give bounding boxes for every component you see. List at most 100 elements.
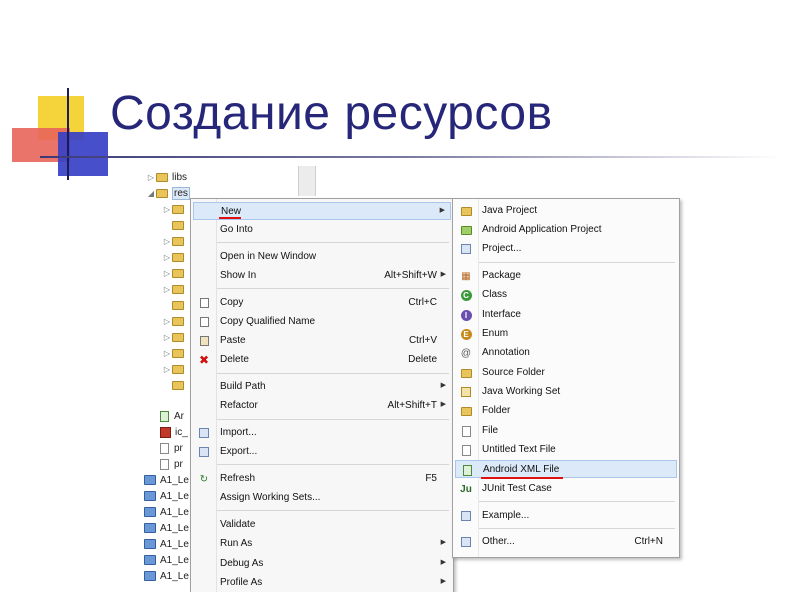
tree-item-file[interactable]: pr xyxy=(160,456,183,472)
deco-vertical-line xyxy=(67,88,69,180)
tree-item-project[interactable]: A1_Le xyxy=(144,552,189,568)
tree-item[interactable]: ▷ xyxy=(162,281,188,297)
menu-item-untitled-text-file[interactable]: Untitled Text File xyxy=(455,441,677,459)
expand-arrow-icon[interactable]: ▷ xyxy=(162,333,172,342)
collapse-arrow-icon[interactable]: ◢ xyxy=(146,189,156,198)
delete-icon: ✖ xyxy=(198,353,210,367)
tree-item-file[interactable]: Ar xyxy=(160,408,184,424)
menu-item-junit-test-case[interactable]: Ju JUnit Test Case xyxy=(455,480,677,498)
menu-item-android-xml-file[interactable]: Android XML File xyxy=(455,460,677,478)
menu-item-class[interactable]: C Class xyxy=(455,286,677,304)
tree-item[interactable]: ▷ xyxy=(162,233,188,249)
folder-icon xyxy=(156,172,168,182)
expand-arrow-icon[interactable]: ▷ xyxy=(162,317,172,326)
junit-icon: Ju xyxy=(460,483,472,495)
menu-item-annotation[interactable]: @ Annotation xyxy=(455,344,677,362)
menu-item-refresh[interactable]: ↻ Refresh F5 xyxy=(193,470,451,488)
menu-item-android-application-project[interactable]: Android Application Project xyxy=(455,221,677,239)
menu-item-profile-as[interactable]: Profile As ▶ xyxy=(193,574,451,592)
menu-item-package[interactable]: ▦ Package xyxy=(455,267,677,285)
folder-icon xyxy=(172,268,184,278)
tree-item[interactable]: ▷ xyxy=(162,313,188,329)
menu-item-import[interactable]: Import... xyxy=(193,424,451,442)
menu-item-assign-working-sets[interactable]: Assign Working Sets... xyxy=(193,489,451,507)
tree-item[interactable]: ▷ xyxy=(162,345,188,361)
tree-item[interactable]: ▷ xyxy=(162,361,188,377)
tree-item[interactable]: ▷ xyxy=(162,201,188,217)
menu-item-label: Go Into xyxy=(220,224,253,235)
import-icon xyxy=(198,427,210,439)
project-wizard-icon xyxy=(460,243,472,255)
deco-blue-square xyxy=(58,132,108,176)
expand-arrow-icon[interactable]: ▷ xyxy=(162,269,172,278)
menu-item-shortcut: Ctrl+N xyxy=(634,536,663,547)
tree-item-project[interactable]: A1_Le xyxy=(144,488,189,504)
menu-item-other[interactable]: Other... Ctrl+N xyxy=(455,533,677,551)
tree-item[interactable]: ▷ xyxy=(162,329,188,345)
expand-arrow-icon[interactable]: ▷ xyxy=(162,349,172,358)
copy-icon xyxy=(198,297,210,309)
menu-item-export[interactable]: Export... xyxy=(193,443,451,461)
tree-item-file[interactable]: pr xyxy=(160,440,183,456)
tree-item-project[interactable]: A1_Le xyxy=(144,472,189,488)
tree-item-libs[interactable]: ▷ libs xyxy=(146,169,187,185)
folder-icon xyxy=(172,284,184,294)
menu-item-open-in-new-window[interactable]: Open in New Window xyxy=(193,248,451,266)
menu-item-interface[interactable]: I Interface xyxy=(455,306,677,324)
menu-item-copy[interactable]: Copy Ctrl+C xyxy=(193,294,451,312)
expand-arrow-icon[interactable]: ▷ xyxy=(162,205,172,214)
expand-arrow-icon[interactable]: ▷ xyxy=(162,237,172,246)
context-menu: New ▶ Go Into Open in New Window Show In… xyxy=(190,198,454,592)
tree-item-label: A1_Le xyxy=(160,522,189,534)
menu-item-file[interactable]: File xyxy=(455,422,677,440)
menu-item-shortcut: Alt+Shift+T xyxy=(387,400,437,411)
scrollbar[interactable] xyxy=(298,166,316,196)
menu-item-run-as[interactable]: Run As ▶ xyxy=(193,535,451,553)
slide-title: Создание ресурсов xyxy=(110,87,553,140)
menu-item-label: Folder xyxy=(482,405,511,416)
menu-item-go-into[interactable]: Go Into xyxy=(193,221,451,239)
menu-item-project[interactable]: Project... xyxy=(455,240,677,258)
menu-item-copy-qualified-name[interactable]: Copy Qualified Name xyxy=(193,313,451,331)
menu-item-java-project[interactable]: Java Project xyxy=(455,202,677,220)
expand-arrow-icon[interactable]: ▷ xyxy=(162,253,172,262)
menu-item-debug-as[interactable]: Debug As ▶ xyxy=(193,555,451,573)
tree-item-project[interactable]: A1_Le xyxy=(144,520,189,536)
menu-item-refactor[interactable]: Refactor Alt+Shift+T ▶ xyxy=(193,397,451,415)
menu-item-java-working-set[interactable]: Java Working Set xyxy=(455,383,677,401)
tree-item-file[interactable]: ic_ xyxy=(160,424,188,440)
tree-item[interactable] xyxy=(162,297,188,313)
expand-arrow-icon[interactable]: ▷ xyxy=(162,365,172,374)
file-icon xyxy=(160,442,169,454)
menu-item-shortcut: Ctrl+V xyxy=(408,335,437,346)
tree-item[interactable] xyxy=(162,217,188,233)
tree-item[interactable]: ▷ xyxy=(162,265,188,281)
menu-item-folder[interactable]: Folder xyxy=(455,402,677,420)
tree-item-project[interactable]: A1_Le xyxy=(144,536,189,552)
export-icon xyxy=(198,446,210,458)
menu-item-delete[interactable]: ✖ Delete Delete xyxy=(193,351,451,369)
menu-item-label: Import... xyxy=(220,427,257,438)
folder-icon xyxy=(156,188,168,198)
file-icon xyxy=(460,425,472,437)
menu-item-label: Other... xyxy=(482,536,515,547)
tree-item[interactable] xyxy=(162,377,188,393)
expand-arrow-icon[interactable]: ▷ xyxy=(146,173,156,182)
menu-item-label: Build Path xyxy=(220,381,266,392)
tree-item-res[interactable]: ◢ res xyxy=(146,185,190,201)
menu-item-source-folder[interactable]: Source Folder xyxy=(455,364,677,382)
folder-icon xyxy=(172,252,184,262)
menu-item-validate[interactable]: Validate xyxy=(193,516,451,534)
menu-item-label: Paste xyxy=(220,335,246,346)
menu-item-show-in[interactable]: Show In Alt+Shift+W ▶ xyxy=(193,267,451,285)
tree-item[interactable]: ▷ xyxy=(162,249,188,265)
tree-item-project[interactable]: A1_Le xyxy=(144,504,189,520)
menu-item-paste[interactable]: Paste Ctrl+V xyxy=(193,332,451,350)
expand-arrow-icon[interactable]: ▷ xyxy=(162,285,172,294)
menu-item-enum[interactable]: E Enum xyxy=(455,325,677,343)
tree-item-project[interactable]: A1_Le xyxy=(144,568,189,584)
project-icon xyxy=(144,491,156,501)
menu-item-build-path[interactable]: Build Path ▶ xyxy=(193,378,451,396)
menu-item-example[interactable]: Example... xyxy=(455,507,677,525)
refresh-icon: ↻ xyxy=(199,473,209,485)
